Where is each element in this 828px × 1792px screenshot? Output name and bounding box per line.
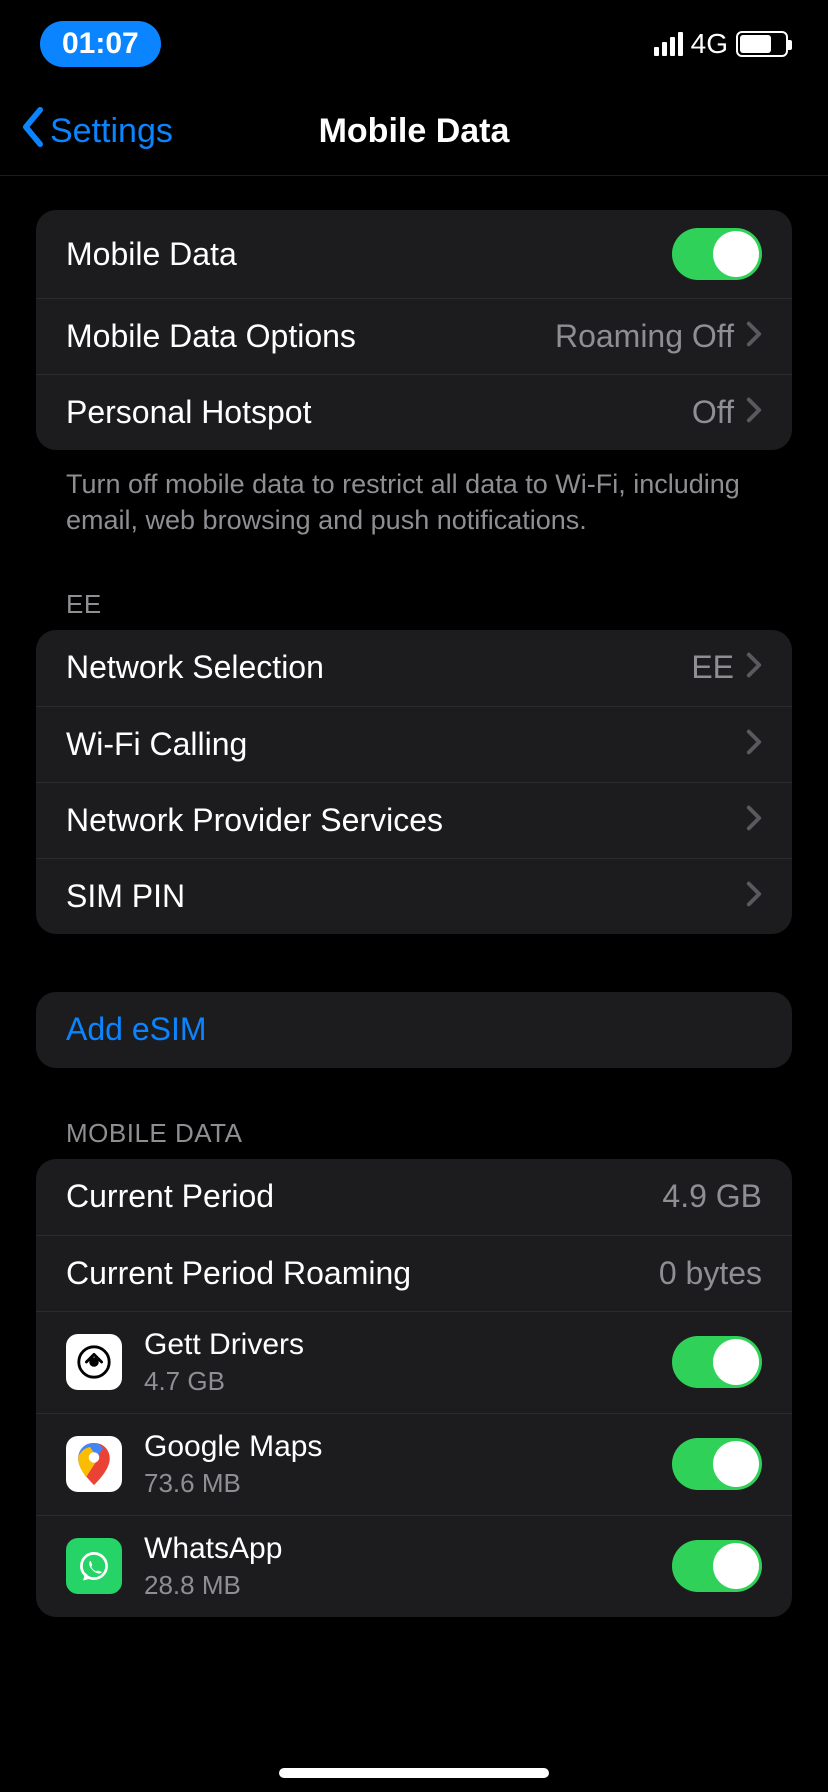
chevron-right-icon (746, 318, 762, 355)
app-toggle-maps[interactable] (672, 1438, 762, 1490)
app-usage-row-maps[interactable]: Google Maps 73.6 MB (36, 1413, 792, 1515)
hotspot-label: Personal Hotspot (66, 394, 692, 431)
status-time: 01:07 (40, 21, 161, 67)
battery-icon (736, 31, 788, 57)
options-value: Roaming Off (555, 318, 734, 355)
status-bar: 01:07 4G (0, 0, 828, 88)
chevron-right-icon (746, 878, 762, 915)
usage-header: MOBILE DATA (36, 1068, 792, 1159)
sim-pin-row[interactable]: SIM PIN (36, 858, 792, 934)
current-roaming-value: 0 bytes (659, 1255, 762, 1292)
page-title: Mobile Data (319, 112, 510, 151)
app-usage-row-whatsapp[interactable]: WhatsApp 28.8 MB (36, 1515, 792, 1617)
current-period-label: Current Period (66, 1178, 662, 1215)
nav-bar: Settings Mobile Data (0, 88, 828, 176)
google-maps-icon (66, 1436, 122, 1492)
app-name: Gett Drivers (144, 1328, 672, 1362)
sim-pin-label: SIM PIN (66, 878, 746, 915)
hotspot-value: Off (692, 394, 734, 431)
app-toggle-gett[interactable] (672, 1336, 762, 1388)
chevron-right-icon (746, 802, 762, 839)
chevron-right-icon (746, 394, 762, 431)
gett-drivers-icon (66, 1334, 122, 1390)
carrier-group: Network Selection EE Wi-Fi Calling Netwo… (36, 630, 792, 934)
provider-services-label: Network Provider Services (66, 802, 746, 839)
app-name: WhatsApp (144, 1532, 672, 1566)
current-period-value: 4.9 GB (662, 1178, 762, 1215)
mobile-data-options-row[interactable]: Mobile Data Options Roaming Off (36, 298, 792, 374)
current-period-row: Current Period 4.9 GB (36, 1159, 792, 1235)
mobile-data-toggle[interactable] (672, 228, 762, 280)
chevron-left-icon (20, 107, 46, 156)
network-label: 4G (691, 28, 728, 60)
mobile-data-group: Mobile Data Mobile Data Options Roaming … (36, 210, 792, 450)
signal-icon (654, 32, 683, 56)
provider-services-row[interactable]: Network Provider Services (36, 782, 792, 858)
network-selection-value: EE (691, 649, 734, 686)
app-name: Google Maps (144, 1430, 672, 1464)
app-toggle-whatsapp[interactable] (672, 1540, 762, 1592)
options-label: Mobile Data Options (66, 318, 555, 355)
status-right-cluster: 4G (654, 28, 788, 60)
add-esim-row[interactable]: Add eSIM (36, 992, 792, 1068)
esim-group: Add eSIM (36, 992, 792, 1068)
usage-group: Current Period 4.9 GB Current Period Roa… (36, 1159, 792, 1617)
app-usage-row-gett[interactable]: Gett Drivers 4.7 GB (36, 1311, 792, 1413)
mobile-data-footer: Turn off mobile data to restrict all dat… (36, 450, 792, 539)
mobile-data-label: Mobile Data (66, 236, 672, 273)
wifi-calling-label: Wi-Fi Calling (66, 726, 746, 763)
back-label: Settings (50, 112, 173, 151)
back-button[interactable]: Settings (20, 107, 173, 156)
home-indicator[interactable] (279, 1768, 549, 1778)
wifi-calling-row[interactable]: Wi-Fi Calling (36, 706, 792, 782)
network-selection-row[interactable]: Network Selection EE (36, 630, 792, 706)
network-selection-label: Network Selection (66, 649, 691, 686)
mobile-data-row[interactable]: Mobile Data (36, 210, 792, 298)
current-roaming-label: Current Period Roaming (66, 1255, 659, 1292)
chevron-right-icon (746, 649, 762, 686)
whatsapp-icon (66, 1538, 122, 1594)
chevron-right-icon (746, 726, 762, 763)
carrier-header: EE (36, 539, 792, 630)
current-roaming-row: Current Period Roaming 0 bytes (36, 1235, 792, 1311)
app-usage: 4.7 GB (144, 1366, 672, 1397)
app-usage: 28.8 MB (144, 1570, 672, 1601)
add-esim-label: Add eSIM (66, 1011, 762, 1048)
personal-hotspot-row[interactable]: Personal Hotspot Off (36, 374, 792, 450)
app-usage: 73.6 MB (144, 1468, 672, 1499)
